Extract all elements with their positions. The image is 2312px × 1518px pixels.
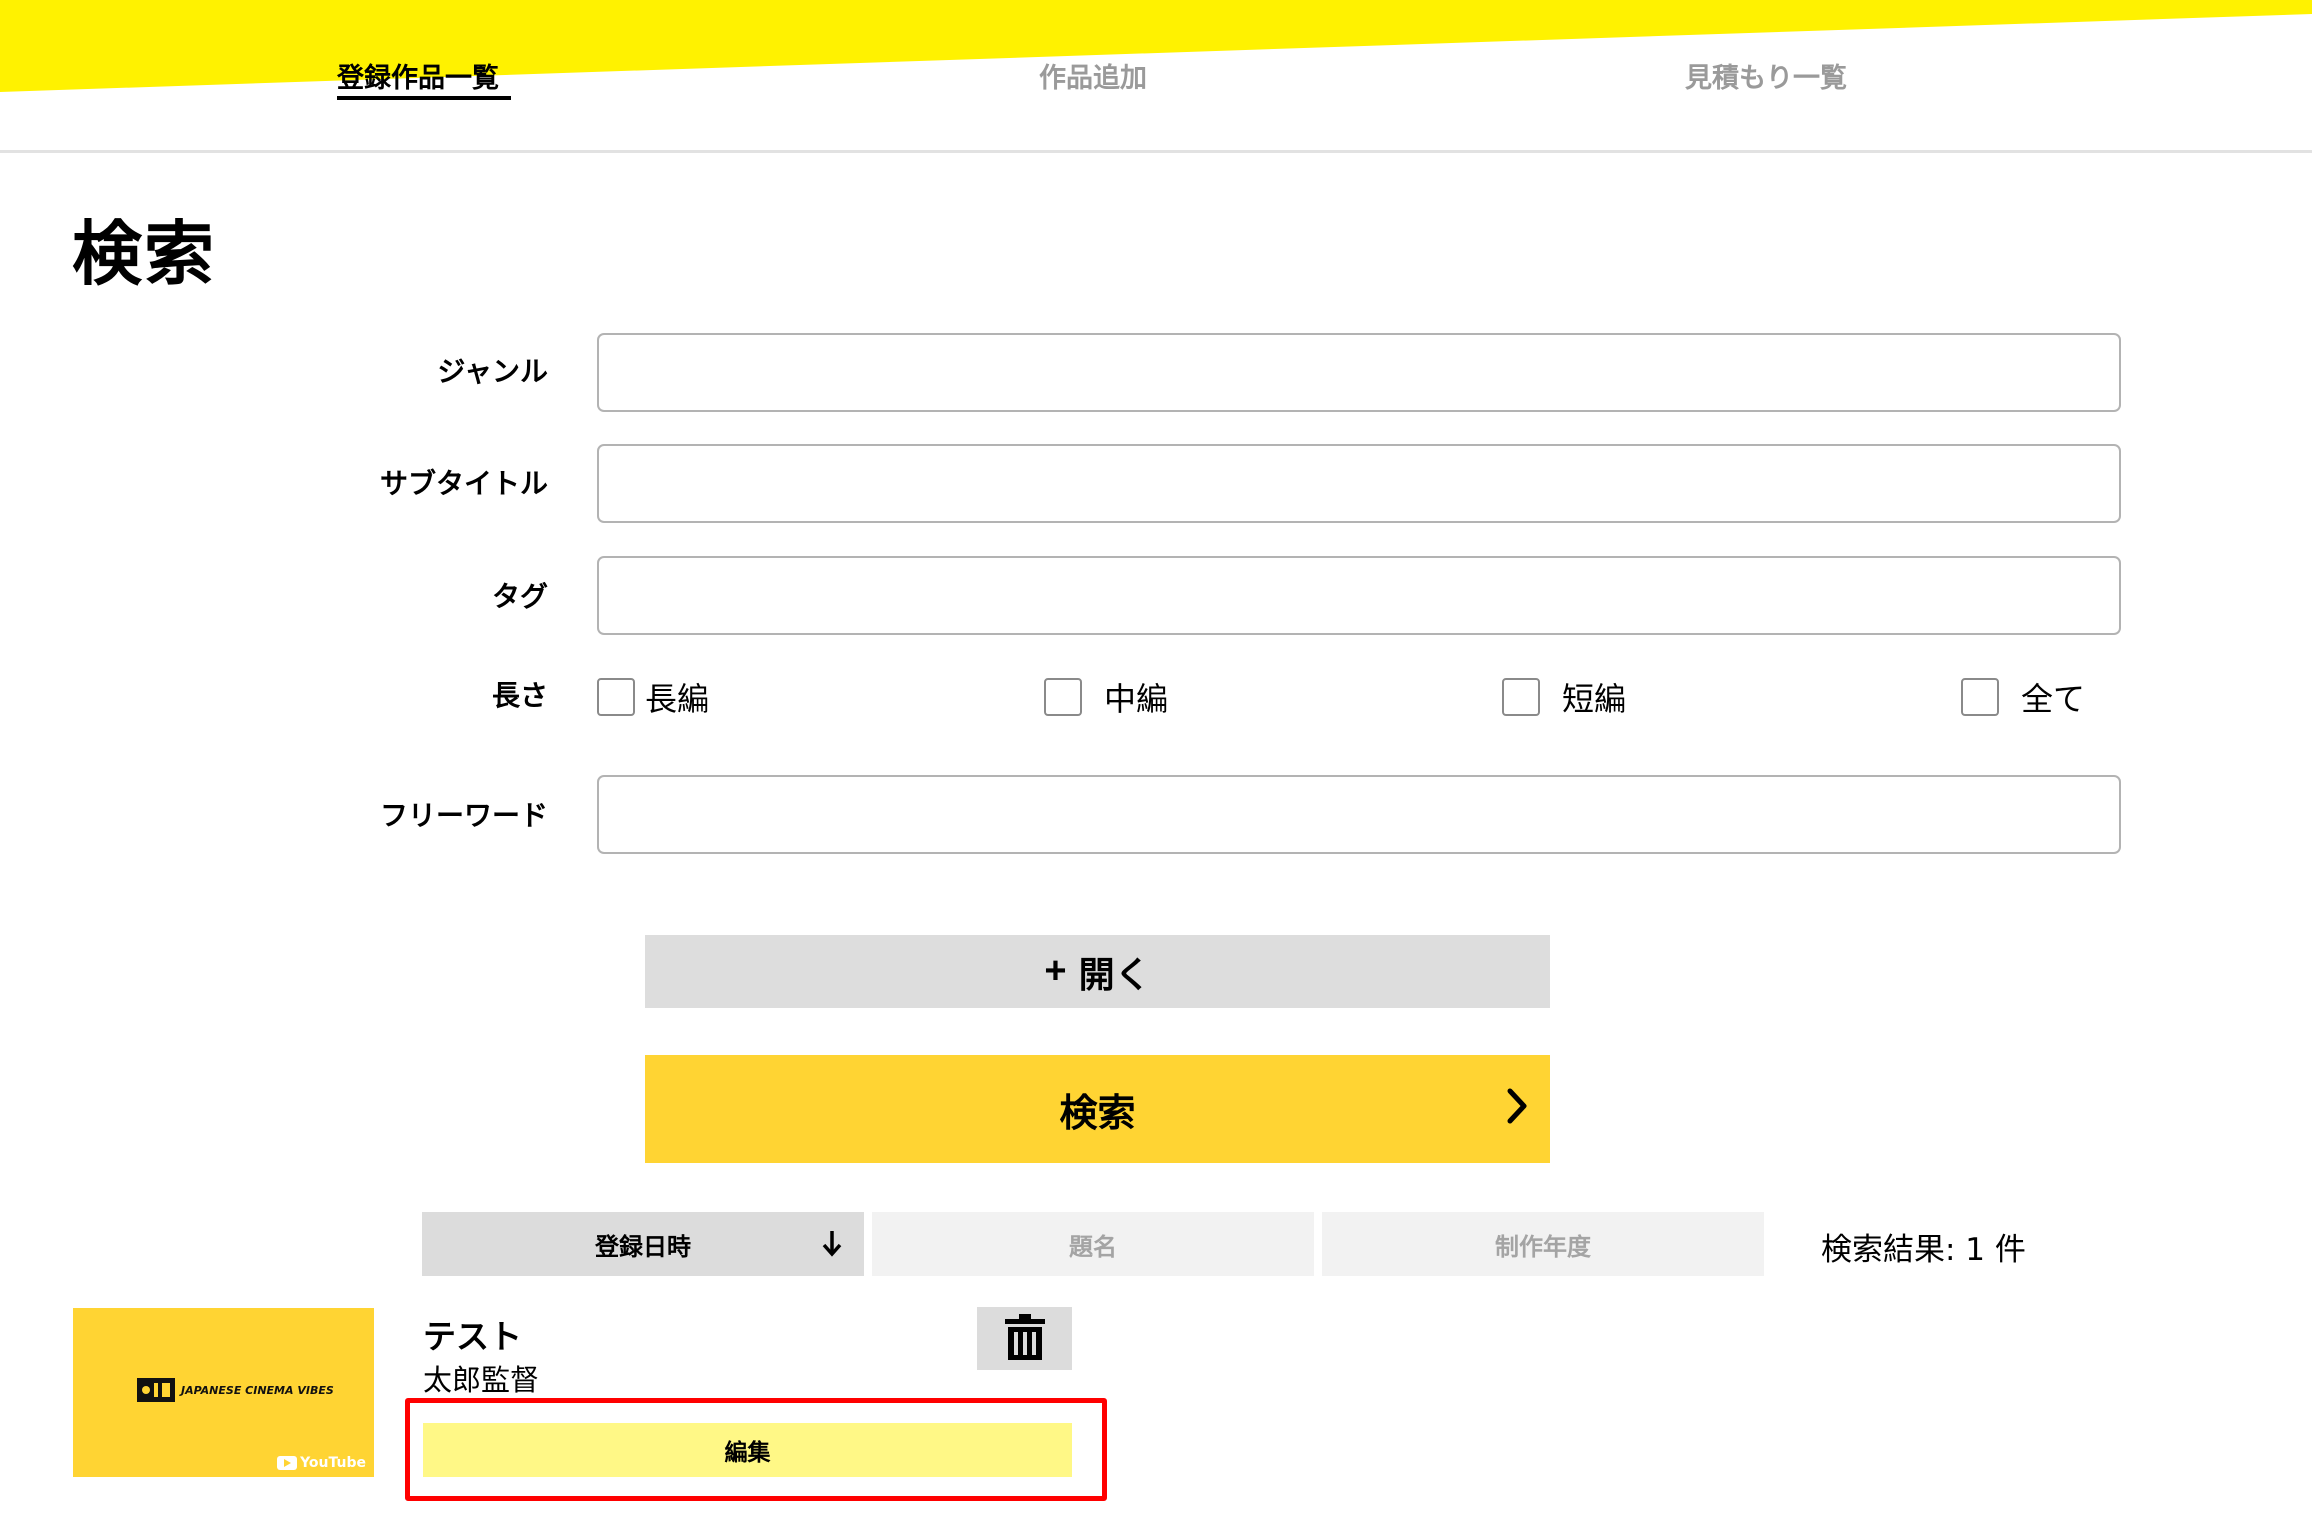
length-option-long[interactable]: 長編 xyxy=(597,674,709,720)
youtube-icon xyxy=(277,1456,298,1470)
sort-by-production-year[interactable]: 制作年度 xyxy=(1322,1212,1764,1276)
length-all-label: 全て xyxy=(2021,680,2086,718)
sort-by-title[interactable]: 題名 xyxy=(872,1212,1314,1276)
genre-label: ジャンル xyxy=(437,355,548,388)
expand-button-label: 開く xyxy=(1078,953,1151,995)
sort-registered-date-label: 登録日時 xyxy=(595,1232,691,1261)
length-option-medium[interactable]: 中編 xyxy=(1044,674,1168,720)
tag-label: タグ xyxy=(491,580,548,613)
length-label: 長さ xyxy=(491,679,548,712)
genre-input[interactable] xyxy=(597,333,2121,412)
length-short-label: 短編 xyxy=(1562,680,1627,718)
tab-estimates[interactable]: 見積もり一覧 xyxy=(1685,56,1847,95)
freeword-input[interactable] xyxy=(597,775,2121,854)
tag-input[interactable] xyxy=(597,556,2121,635)
freeword-label: フリーワード xyxy=(379,799,548,832)
expand-button[interactable]: + 開く xyxy=(645,935,1550,1008)
tab-add-work[interactable]: 作品追加 xyxy=(1039,56,1147,95)
length-long-label: 長編 xyxy=(645,680,710,718)
result-count: 検索結果: 1 件 xyxy=(1821,1232,2026,1268)
length-option-short[interactable]: 短編 xyxy=(1502,674,1626,720)
search-button[interactable]: 検索 xyxy=(645,1055,1550,1163)
length-medium-checkbox[interactable] xyxy=(1044,678,1082,716)
length-long-checkbox[interactable] xyxy=(597,678,635,716)
youtube-label: YouTube xyxy=(300,1455,366,1471)
search-button-label: 検索 xyxy=(1059,1092,1136,1135)
active-tab-indicator xyxy=(337,96,511,100)
tab-registered-works[interactable]: 登録作品一覧 xyxy=(337,56,499,95)
length-medium-label: 中編 xyxy=(1104,680,1169,718)
length-option-all[interactable]: 全て xyxy=(1961,674,2085,720)
chevron-right-icon xyxy=(1506,1087,1528,1135)
thumbnail-logo: JAPANESE CINEMA VIBES xyxy=(137,1378,334,1402)
sort-by-registered-date[interactable]: 登録日時 xyxy=(422,1212,864,1276)
result-director: 太郎監督 xyxy=(423,1363,540,1397)
edit-button[interactable]: 編集 xyxy=(423,1423,1072,1477)
length-short-checkbox[interactable] xyxy=(1502,678,1540,716)
youtube-badge: YouTube xyxy=(277,1455,366,1471)
trash-icon xyxy=(1004,1314,1045,1363)
subtitle-input[interactable] xyxy=(597,444,2121,523)
thumbnail-title: JAPANESE CINEMA VIBES xyxy=(181,1383,334,1397)
delete-button[interactable] xyxy=(977,1307,1072,1370)
film-logo-icon xyxy=(137,1378,175,1402)
header-divider xyxy=(0,150,2312,153)
subtitle-label: サブタイトル xyxy=(379,467,548,500)
length-all-checkbox[interactable] xyxy=(1961,678,1999,716)
result-thumbnail[interactable]: JAPANESE CINEMA VIBES YouTube xyxy=(73,1308,374,1477)
plus-icon: + xyxy=(1044,950,1067,992)
result-title: テスト xyxy=(423,1317,522,1356)
arrow-down-icon xyxy=(822,1228,842,1264)
page-title: 検索 xyxy=(72,213,216,295)
